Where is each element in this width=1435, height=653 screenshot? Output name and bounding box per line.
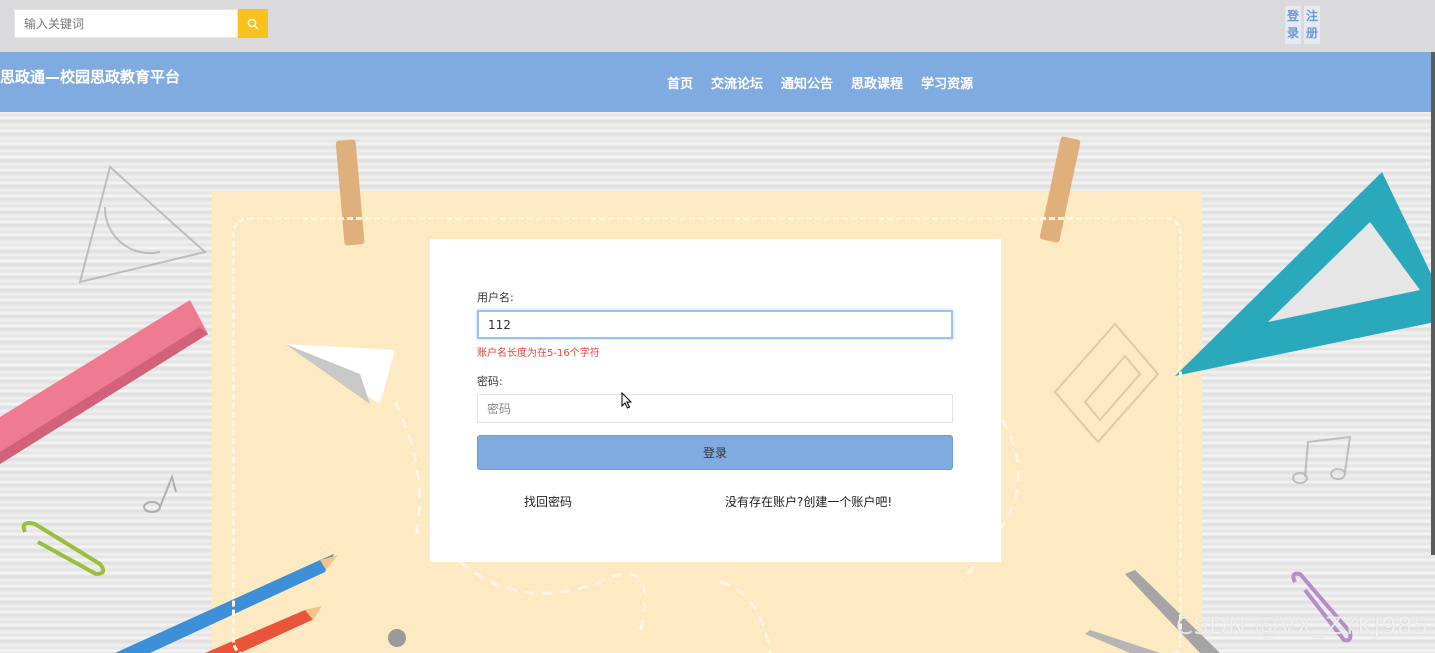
site-title: 思政通—校园思政教育平台 bbox=[0, 68, 181, 86]
nav-item-courses[interactable]: 思政课程 bbox=[851, 73, 903, 92]
login-button[interactable]: 登录 bbox=[477, 435, 953, 470]
login-link-char: 录 bbox=[1286, 26, 1299, 40]
register-link-char: 注 bbox=[1305, 9, 1318, 23]
password-input[interactable] bbox=[477, 394, 953, 423]
search-icon bbox=[247, 18, 259, 29]
login-link-char: 登 bbox=[1286, 9, 1299, 23]
nav-menu: 首页 交流论坛 通知公告 思政课程 学习资源 bbox=[667, 73, 973, 92]
search-input[interactable] bbox=[14, 9, 239, 38]
nav-item-notices[interactable]: 通知公告 bbox=[781, 73, 833, 92]
create-account-link[interactable]: 没有存在账户?创建一个账户吧! bbox=[725, 493, 892, 510]
ruler-illustration bbox=[0, 300, 208, 464]
protractor-illustration bbox=[78, 165, 208, 284]
password-label: 密码: bbox=[477, 375, 503, 388]
login-link[interactable]: 登 录 bbox=[1285, 6, 1301, 44]
forgot-password-link[interactable]: 找回密码 bbox=[524, 493, 572, 510]
paperclip-illustration bbox=[21, 521, 106, 577]
mouse-cursor-icon bbox=[621, 392, 633, 409]
search-button[interactable] bbox=[238, 9, 268, 38]
music-note-illustration bbox=[143, 473, 177, 513]
set-square-illustration bbox=[1175, 172, 1435, 376]
watermark: CSDN @VX_ZYKJ985 bbox=[1176, 612, 1429, 640]
auth-links: 登 录 注 册 bbox=[1285, 6, 1320, 44]
window-scrollbar-edge bbox=[1431, 52, 1435, 555]
register-link-char: 册 bbox=[1305, 26, 1318, 40]
top-bar: 登 录 注 册 bbox=[0, 0, 1435, 52]
username-input[interactable] bbox=[477, 310, 953, 339]
nav-item-home[interactable]: 首页 bbox=[667, 73, 693, 92]
username-label: 用户名: bbox=[477, 291, 514, 304]
register-link[interactable]: 注 册 bbox=[1304, 6, 1320, 44]
username-error: 账户名长度为在5-16个字符 bbox=[477, 348, 600, 359]
nav-item-forum[interactable]: 交流论坛 bbox=[711, 73, 763, 92]
nav-item-resources[interactable]: 学习资源 bbox=[921, 73, 973, 92]
login-card: 用户名: 账户名长度为在5-16个字符 密码: 登录 找回密码 没有存在账户?创… bbox=[430, 239, 1001, 562]
search-bar bbox=[14, 9, 268, 38]
nav-bar: 思政通—校园思政教育平台 首页 交流论坛 通知公告 思政课程 学习资源 bbox=[0, 52, 1435, 112]
music-note-illustration bbox=[1292, 435, 1352, 484]
